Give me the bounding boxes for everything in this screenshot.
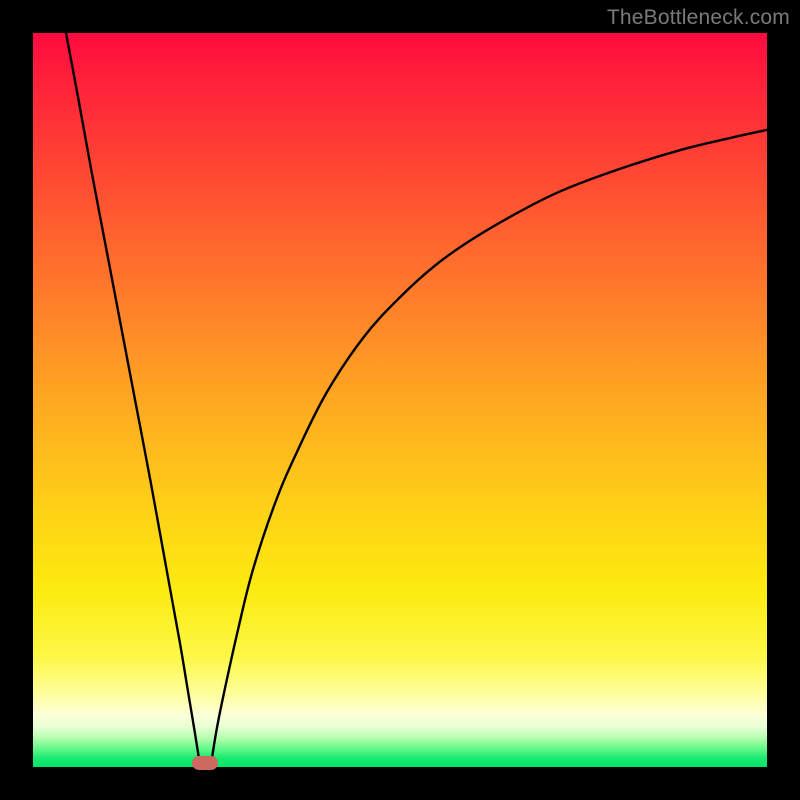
curve-right-branch <box>211 130 767 767</box>
curve-svg <box>33 33 767 767</box>
curve-left-branch <box>66 33 200 767</box>
chart-stage: TheBottleneck.com <box>0 0 800 800</box>
bottleneck-marker <box>192 756 218 770</box>
chart-plot-area <box>33 33 767 767</box>
watermark-text: TheBottleneck.com <box>607 6 790 30</box>
